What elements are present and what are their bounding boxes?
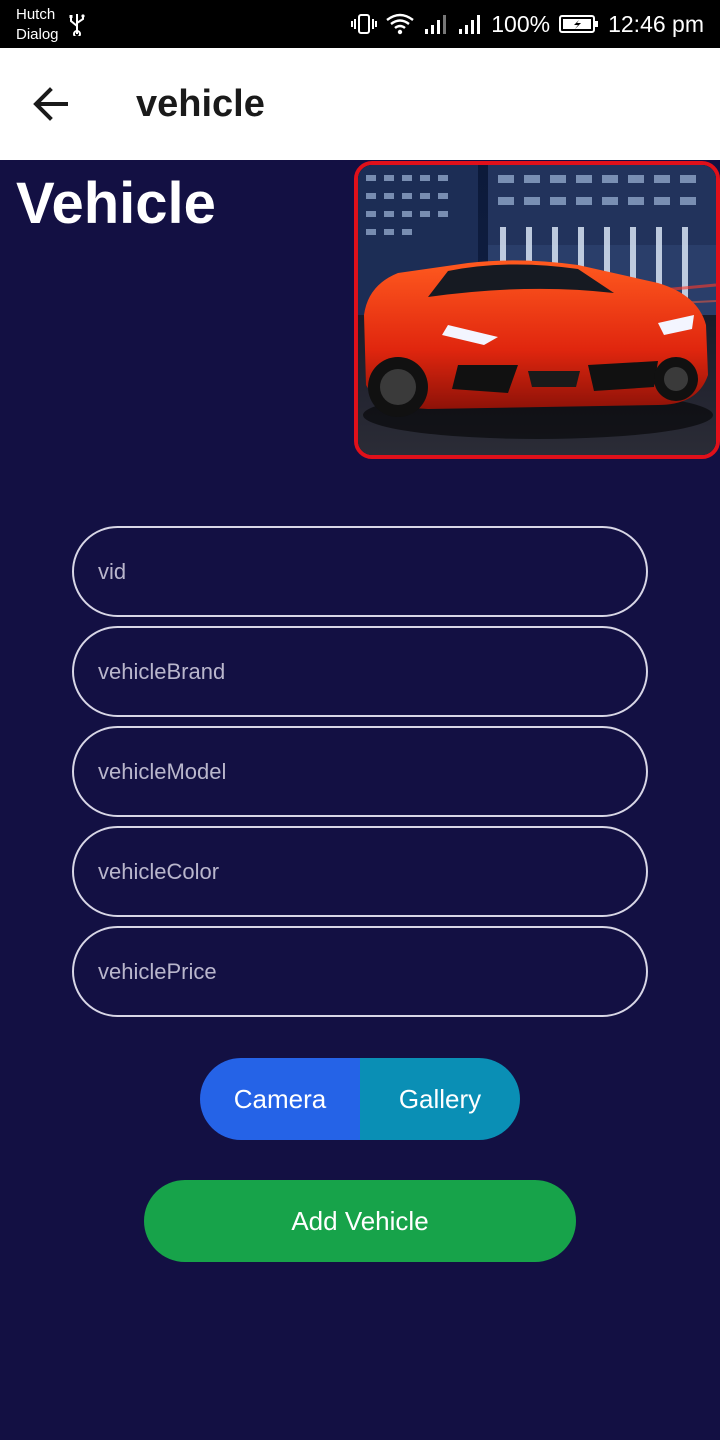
signal-icon	[459, 15, 481, 34]
vehicle-model-field[interactable]	[72, 726, 648, 817]
vehicle-price-field[interactable]	[72, 926, 648, 1017]
carrier-line-1: Hutch	[16, 6, 56, 23]
carrier-name: Hutch Dialog	[16, 5, 59, 45]
usb-icon	[69, 14, 85, 36]
carrier-line-2: Dialog	[16, 26, 59, 43]
clock: 12:46 pm	[608, 10, 704, 37]
wifi-icon	[386, 13, 414, 35]
battery-percent: 100%	[491, 10, 551, 37]
car-image	[358, 165, 716, 455]
page-title: Vehicle	[16, 171, 216, 236]
arrow-left-icon[interactable]	[30, 84, 72, 124]
vid-field[interactable]	[72, 526, 648, 617]
app-bar-title: vehicle	[136, 83, 265, 125]
vibrate-icon	[351, 14, 378, 34]
status-icons: 100% 12:46 pm	[351, 0, 704, 48]
vehicle-photo	[354, 161, 720, 459]
app-bar: vehicle	[0, 48, 720, 160]
signal-icon	[425, 15, 447, 34]
camera-button[interactable]: Camera	[200, 1058, 360, 1140]
gallery-button[interactable]: Gallery	[360, 1058, 520, 1140]
vehicle-color-field[interactable]	[72, 826, 648, 917]
status-bar: Hutch Dialog 100% 12:46 pm	[0, 0, 720, 48]
vehicle-brand-field[interactable]	[72, 626, 648, 717]
add-vehicle-button[interactable]: Add Vehicle	[144, 1180, 576, 1262]
battery-charging-icon	[559, 15, 599, 33]
